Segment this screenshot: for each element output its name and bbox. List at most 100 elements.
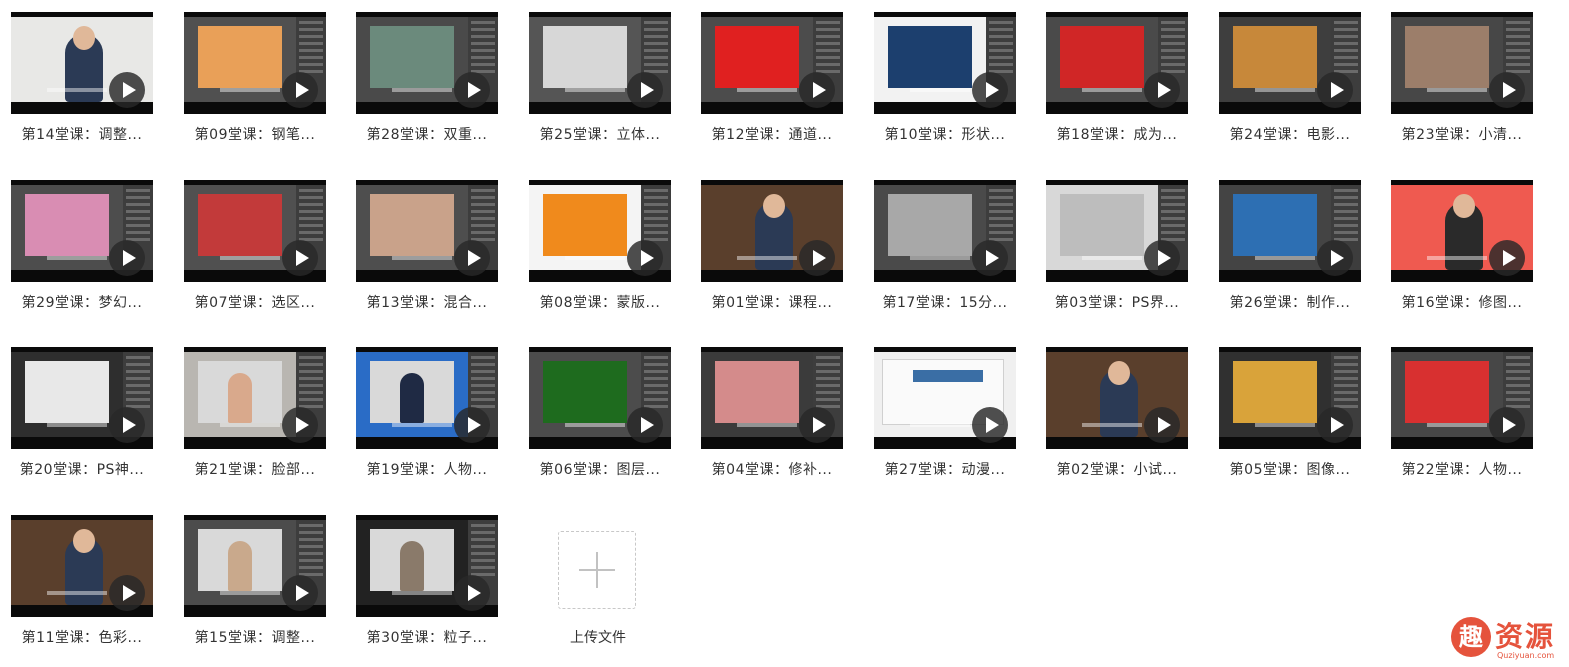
video-title[interactable]: 第03堂课：PS界... [1046, 292, 1188, 312]
play-icon[interactable] [282, 240, 318, 276]
video-thumbnail[interactable] [1046, 347, 1188, 449]
video-title[interactable]: 第30堂课：粒子... [356, 627, 498, 647]
video-tile[interactable]: 第19堂课：人物... [356, 347, 498, 499]
play-icon[interactable] [454, 240, 490, 276]
play-icon[interactable] [972, 240, 1008, 276]
video-title[interactable]: 第16堂课：修图... [1391, 292, 1533, 312]
video-tile[interactable]: 第24堂课：电影... [1219, 12, 1361, 164]
video-thumbnail[interactable] [701, 12, 843, 114]
video-title[interactable]: 第19堂课：人物... [356, 459, 498, 479]
video-tile[interactable]: 第26堂课：制作... [1219, 180, 1361, 332]
video-thumbnail[interactable] [1046, 180, 1188, 282]
play-icon[interactable] [627, 407, 663, 443]
video-thumbnail[interactable] [1219, 12, 1361, 114]
play-icon[interactable] [627, 240, 663, 276]
video-title[interactable]: 第02堂课：小试... [1046, 459, 1188, 479]
video-thumbnail[interactable] [874, 12, 1016, 114]
video-thumbnail[interactable] [529, 347, 671, 449]
play-icon[interactable] [972, 72, 1008, 108]
video-title[interactable]: 第06堂课：图层... [529, 459, 671, 479]
video-tile[interactable]: 第14堂课：调整... [11, 12, 153, 164]
play-icon[interactable] [1489, 407, 1525, 443]
video-title[interactable]: 第08堂课：蒙版... [529, 292, 671, 312]
video-thumbnail[interactable] [356, 347, 498, 449]
video-thumbnail[interactable] [356, 515, 498, 617]
play-icon[interactable] [1317, 240, 1353, 276]
video-thumbnail[interactable] [1391, 347, 1533, 449]
video-tile[interactable]: 第27堂课：动漫... [874, 347, 1016, 499]
video-thumbnail[interactable] [1219, 347, 1361, 449]
video-tile[interactable]: 第06堂课：图层... [529, 347, 671, 499]
video-tile[interactable]: 第02堂课：小试... [1046, 347, 1188, 499]
video-thumbnail[interactable] [1391, 12, 1533, 114]
video-title[interactable]: 第25堂课：立体... [529, 124, 671, 144]
play-icon[interactable] [1317, 72, 1353, 108]
upload-plus-box[interactable] [558, 531, 636, 609]
video-tile[interactable]: 第20堂课：PS神... [11, 347, 153, 499]
play-icon[interactable] [1489, 72, 1525, 108]
play-icon[interactable] [799, 407, 835, 443]
video-thumbnail[interactable] [184, 12, 326, 114]
video-thumbnail[interactable] [11, 12, 153, 114]
video-tile[interactable]: 第12堂课：通道... [701, 12, 843, 164]
video-title[interactable]: 第11堂课：色彩... [11, 627, 153, 647]
video-title[interactable]: 第22堂课：人物... [1391, 459, 1533, 479]
video-tile[interactable]: 第10堂课：形状... [874, 12, 1016, 164]
video-thumbnail[interactable] [184, 515, 326, 617]
play-icon[interactable] [282, 72, 318, 108]
play-icon[interactable] [282, 575, 318, 611]
video-title[interactable]: 第14堂课：调整... [11, 124, 153, 144]
video-thumbnail[interactable] [184, 347, 326, 449]
video-title[interactable]: 第20堂课：PS神... [11, 459, 153, 479]
video-thumbnail[interactable] [184, 180, 326, 282]
video-thumbnail[interactable] [1046, 12, 1188, 114]
video-thumbnail[interactable] [356, 180, 498, 282]
video-title[interactable]: 第01堂课：课程... [701, 292, 843, 312]
video-tile[interactable]: 第21堂课：脸部... [184, 347, 326, 499]
video-tile[interactable]: 第05堂课：图像... [1219, 347, 1361, 499]
play-icon[interactable] [109, 407, 145, 443]
video-thumbnail[interactable] [529, 180, 671, 282]
play-icon[interactable] [454, 575, 490, 611]
video-thumbnail[interactable] [874, 180, 1016, 282]
video-thumbnail[interactable] [356, 12, 498, 114]
play-icon[interactable] [454, 407, 490, 443]
video-title[interactable]: 第18堂课：成为... [1046, 124, 1188, 144]
video-title[interactable]: 第05堂课：图像... [1219, 459, 1361, 479]
video-title[interactable]: 第09堂课：钢笔... [184, 124, 326, 144]
play-icon[interactable] [109, 240, 145, 276]
video-title[interactable]: 第24堂课：电影... [1219, 124, 1361, 144]
video-tile[interactable]: 第09堂课：钢笔... [184, 12, 326, 164]
video-thumbnail[interactable] [1391, 180, 1533, 282]
play-icon[interactable] [627, 72, 663, 108]
video-thumbnail[interactable] [11, 180, 153, 282]
play-icon[interactable] [1144, 240, 1180, 276]
video-tile[interactable]: 第30堂课：粒子... [356, 515, 498, 667]
video-title[interactable]: 第23堂课：小清... [1391, 124, 1533, 144]
video-tile[interactable]: 第29堂课：梦幻... [11, 180, 153, 332]
video-thumbnail[interactable] [529, 12, 671, 114]
video-thumbnail[interactable] [11, 515, 153, 617]
play-icon[interactable] [799, 72, 835, 108]
play-icon[interactable] [972, 407, 1008, 443]
video-title[interactable]: 第10堂课：形状... [874, 124, 1016, 144]
video-tile[interactable]: 第28堂课：双重... [356, 12, 498, 164]
video-tile[interactable]: 第03堂课：PS界... [1046, 180, 1188, 332]
video-tile[interactable]: 第11堂课：色彩... [11, 515, 153, 667]
play-icon[interactable] [109, 575, 145, 611]
video-tile[interactable]: 第08堂课：蒙版... [529, 180, 671, 332]
video-title[interactable]: 第21堂课：脸部... [184, 459, 326, 479]
video-tile[interactable]: 第04堂课：修补... [701, 347, 843, 499]
video-tile[interactable]: 第01堂课：课程... [701, 180, 843, 332]
video-tile[interactable]: 第25堂课：立体... [529, 12, 671, 164]
video-title[interactable]: 第27堂课：动漫... [874, 459, 1016, 479]
video-thumbnail[interactable] [11, 347, 153, 449]
upload-file-tile[interactable]: 上传文件 [527, 515, 669, 655]
play-icon[interactable] [1144, 72, 1180, 108]
video-title[interactable]: 第29堂课：梦幻... [11, 292, 153, 312]
video-tile[interactable]: 第15堂课：调整... [184, 515, 326, 667]
video-title[interactable]: 第15堂课：调整... [184, 627, 326, 647]
play-icon[interactable] [1144, 407, 1180, 443]
video-thumbnail[interactable] [874, 347, 1016, 449]
video-tile[interactable]: 第13堂课：混合... [356, 180, 498, 332]
